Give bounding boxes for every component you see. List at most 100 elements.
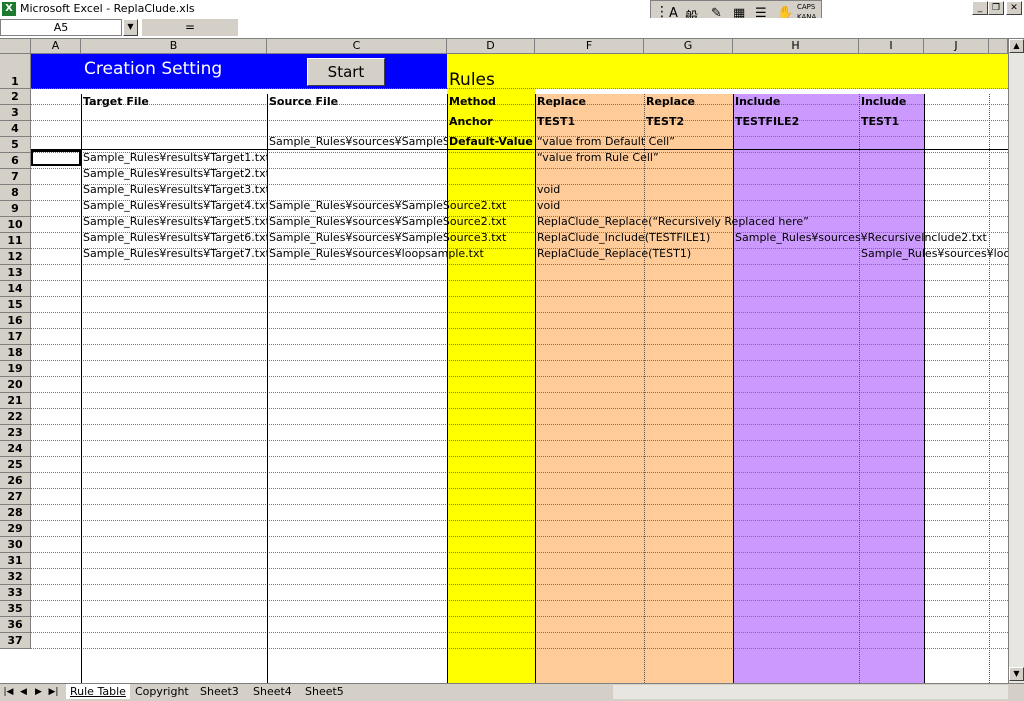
column-header-g[interactable]: G xyxy=(644,39,733,54)
cell-c9[interactable]: Sample_Rules¥sources¥SampleSource2.txt xyxy=(269,215,535,229)
cell-b7[interactable]: Sample_Rules¥results¥Target3.txt xyxy=(83,183,267,197)
cell-b8[interactable]: Sample_Rules¥results¥Target4.txt xyxy=(83,199,267,213)
formula-equals-button[interactable]: = xyxy=(142,19,238,36)
cell-f3[interactable]: TEST1 xyxy=(537,115,575,129)
row-header[interactable]: 31 xyxy=(0,553,31,569)
column-header-j[interactable]: J xyxy=(924,39,989,54)
cell-b2[interactable]: Target File xyxy=(83,95,149,109)
column-header-c[interactable]: C xyxy=(267,39,447,54)
row-header[interactable]: 20 xyxy=(0,377,31,393)
row-header[interactable]: 16 xyxy=(0,313,31,329)
tab-sheet5[interactable]: Sheet5 xyxy=(301,684,348,699)
row-header[interactable]: 29 xyxy=(0,521,31,537)
name-box-dropdown-icon[interactable]: ▼ xyxy=(123,19,138,36)
cell-c10[interactable]: Sample_Rules¥sources¥SampleSource3.txt xyxy=(269,231,535,245)
row-header[interactable]: 4 xyxy=(0,121,31,137)
row-header[interactable]: 18 xyxy=(0,345,31,361)
name-box[interactable]: A5 xyxy=(0,19,122,36)
column-header-f[interactable]: F xyxy=(535,39,644,54)
row-header[interactable]: 26 xyxy=(0,473,31,489)
first-sheet-icon[interactable]: |◀ xyxy=(2,685,15,699)
row-header[interactable]: 10 xyxy=(0,217,31,233)
row-header[interactable]: 7 xyxy=(0,169,31,185)
cell-h2[interactable]: Include xyxy=(735,95,780,109)
row-header[interactable]: 12 xyxy=(0,249,31,265)
cell-c11[interactable]: Sample_Rules¥sources¥loopsample.txt xyxy=(269,247,535,261)
cell-b6[interactable]: Sample_Rules¥results¥Target2.txt xyxy=(83,167,267,181)
cell-c8[interactable]: Sample_Rules¥sources¥SampleSource2.txt xyxy=(269,199,535,213)
select-all-corner[interactable] xyxy=(0,39,31,54)
tab-sheet3[interactable]: Sheet3 xyxy=(196,684,243,699)
row-header[interactable]: 21 xyxy=(0,393,31,409)
column-header-d[interactable]: D xyxy=(447,39,535,54)
row-header[interactable]: 22 xyxy=(0,409,31,425)
cell-f5[interactable]: “value from Rule Cell” xyxy=(537,151,659,165)
cell-b5[interactable]: Sample_Rules¥results¥Target1.txt xyxy=(83,151,267,165)
row-header[interactable]: 32 xyxy=(0,569,31,585)
cell-h10[interactable]: Sample_Rules¥sources¥RecursiveInclude2.t… xyxy=(735,231,993,245)
row-header[interactable]: 8 xyxy=(0,185,31,201)
scroll-up-icon[interactable]: ▲ xyxy=(1009,39,1024,53)
row-header[interactable]: 25 xyxy=(0,457,31,473)
cell-g3[interactable]: TEST2 xyxy=(646,115,684,129)
column-header-i[interactable]: I xyxy=(859,39,924,54)
cell-f2[interactable]: Replace xyxy=(537,95,586,109)
vertical-scrollbar[interactable]: ▲ ▼ xyxy=(1008,39,1024,683)
active-cell-selection[interactable] xyxy=(31,150,81,166)
row-header[interactable]: 33 xyxy=(0,585,31,601)
excel-icon[interactable]: X xyxy=(2,2,16,16)
column-header-b[interactable]: B xyxy=(81,39,267,54)
start-button[interactable]: Start xyxy=(307,58,385,86)
cell-d3[interactable]: Anchor xyxy=(449,115,493,129)
row-header[interactable]: 14 xyxy=(0,281,31,297)
cell-c4[interactable]: Sample_Rules¥sources¥SampleSource.txt xyxy=(269,135,447,149)
row-header[interactable]: 9 xyxy=(0,201,31,217)
row-header[interactable]: 6 xyxy=(0,153,31,169)
column-header-h[interactable]: H xyxy=(733,39,859,54)
row-header[interactable]: 3 xyxy=(0,105,31,121)
cell-f4[interactable]: “value from Default Cell” xyxy=(537,135,675,149)
cell-h3[interactable]: TESTFILE2 xyxy=(735,115,799,129)
row-header[interactable]: 37 xyxy=(0,633,31,649)
row-header[interactable]: 35 xyxy=(0,601,31,617)
cell-b11[interactable]: Sample_Rules¥results¥Target7.txt xyxy=(83,247,267,261)
cell-f8[interactable]: void xyxy=(537,199,560,213)
row-header[interactable]: 13 xyxy=(0,265,31,281)
cell-g2[interactable]: Replace xyxy=(646,95,695,109)
row-header[interactable]: 36 xyxy=(0,617,31,633)
next-sheet-icon[interactable]: ▶ xyxy=(32,685,45,699)
row-header[interactable]: 23 xyxy=(0,425,31,441)
row-header[interactable]: 27 xyxy=(0,489,31,505)
row-header[interactable]: 15 xyxy=(0,297,31,313)
horizontal-scrollbar[interactable] xyxy=(613,685,1008,699)
cell-d4[interactable]: Default-Value xyxy=(449,135,535,149)
cell-i3[interactable]: TEST1 xyxy=(861,115,899,129)
row-header[interactable]: 24 xyxy=(0,441,31,457)
cell-i11[interactable]: Sample_Rules¥sources¥loopsample.txt xyxy=(861,247,1008,261)
cell-f7[interactable]: void xyxy=(537,183,560,197)
row-header[interactable]: 30 xyxy=(0,537,31,553)
row-header[interactable]: 17 xyxy=(0,329,31,345)
row-header[interactable]: 2 xyxy=(0,89,31,105)
cell-b9[interactable]: Sample_Rules¥results¥Target5.txt xyxy=(83,215,267,229)
row-header[interactable]: 5 xyxy=(0,137,31,153)
tab-sheet4[interactable]: Sheet4 xyxy=(249,684,296,699)
row-header[interactable]: 28 xyxy=(0,505,31,521)
last-sheet-icon[interactable]: ▶| xyxy=(47,685,60,699)
cell-f9[interactable]: ReplaClude_Replace(“Recursively Replaced… xyxy=(537,215,827,229)
row-header[interactable]: 11 xyxy=(0,233,31,249)
row-header[interactable]: 1 xyxy=(0,54,31,89)
tab-copyright[interactable]: Copyright xyxy=(131,684,193,699)
cell-c2[interactable]: Source File xyxy=(269,95,338,109)
tab-rule-table[interactable]: Rule Table xyxy=(66,684,130,699)
column-header-a[interactable]: A xyxy=(31,39,81,54)
cell-f10[interactable]: ReplaClude_Include(TESTFILE1) xyxy=(537,231,733,245)
prev-sheet-icon[interactable]: ◀ xyxy=(17,685,30,699)
cell-b10[interactable]: Sample_Rules¥results¥Target6.txt xyxy=(83,231,267,245)
restore-button[interactable]: ❐ xyxy=(988,1,1004,15)
cell-i2[interactable]: Include xyxy=(861,95,906,109)
cell-f11[interactable]: ReplaClude_Replace(TEST1) xyxy=(537,247,733,261)
scroll-down-icon[interactable]: ▼ xyxy=(1009,667,1024,681)
close-button[interactable]: ✕ xyxy=(1006,1,1022,15)
row-header[interactable]: 19 xyxy=(0,361,31,377)
